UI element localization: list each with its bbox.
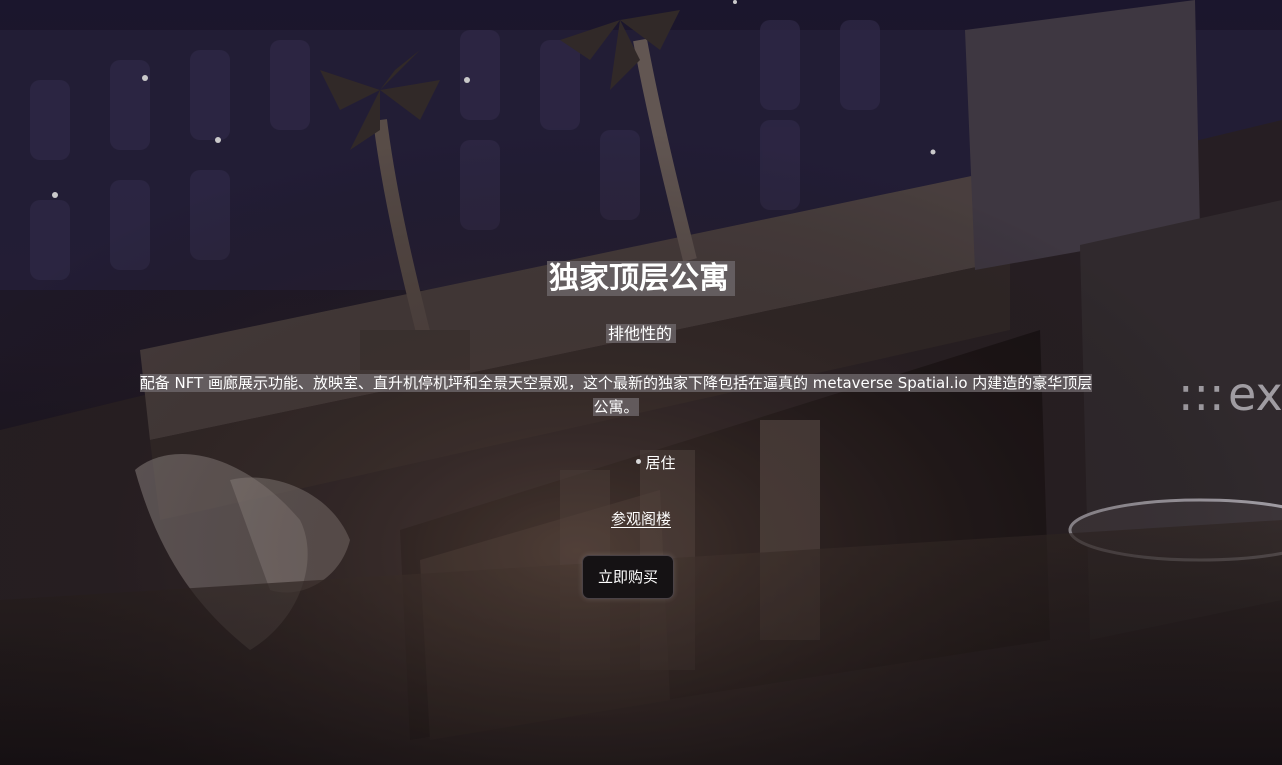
- bullet-icon: [636, 459, 642, 464]
- list-item: 居住: [645, 454, 676, 472]
- feature-list: 居住: [0, 451, 1282, 475]
- buy-button-wrap: 立即购买: [0, 555, 1282, 599]
- hero-title: 独家顶层公寓: [0, 258, 1282, 300]
- hero-description: 配备 NFT 画廊展示功能、放映室、直升机停机坪和全景天空景观，这个最新的独家下…: [136, 371, 1096, 419]
- hero-section: ::: ex: [0, 0, 1282, 765]
- page-title: 独家顶层公寓: [547, 261, 735, 296]
- tour-penthouse-link[interactable]: 参观阁楼: [611, 510, 671, 528]
- buy-now-button[interactable]: 立即购买: [581, 555, 674, 599]
- subtitle-text: 排他性的: [605, 324, 676, 343]
- tour-link-wrap: 参观阁楼: [0, 507, 1282, 531]
- description-text: 配备 NFT 画廊展示功能、放映室、直升机停机坪和全景天空景观，这个最新的独家下…: [139, 374, 1093, 416]
- hero-subtitle: 排他性的: [0, 322, 1282, 346]
- hero-content: 独家顶层公寓 排他性的 配备 NFT 画廊展示功能、放映室、直升机停机坪和全景天…: [0, 0, 1282, 765]
